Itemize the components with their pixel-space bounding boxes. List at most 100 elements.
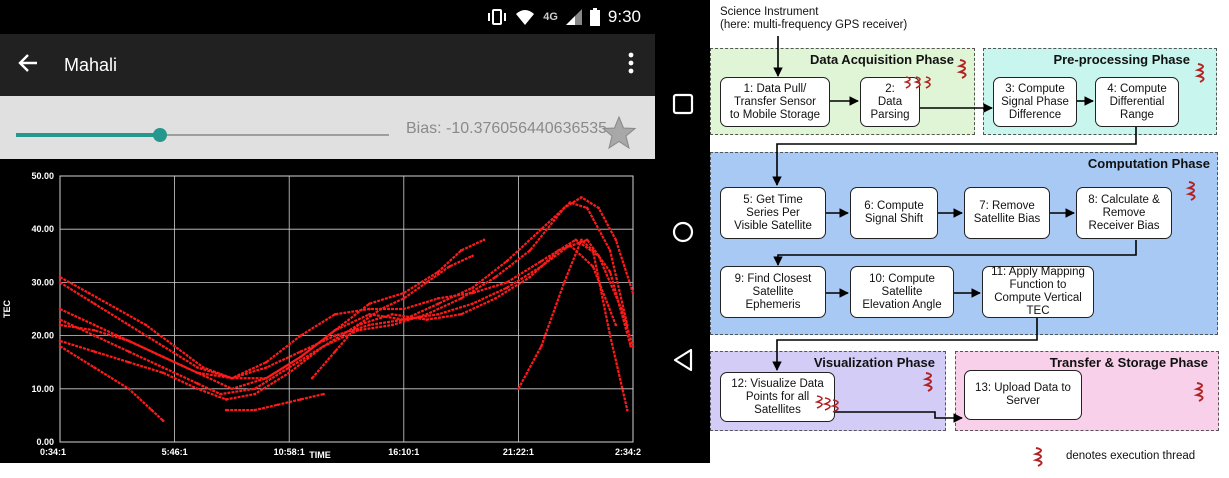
back-triangle-icon[interactable] — [665, 342, 701, 378]
tec-point — [459, 249, 463, 252]
tec-point — [629, 344, 633, 348]
tec-point — [322, 344, 325, 348]
step-5-time-series: 5: Get Time Series Per Visible Satellite — [720, 187, 826, 239]
tec-point — [333, 350, 337, 353]
step-7-line-1: 7: Remove — [979, 200, 1035, 212]
tec-point — [299, 350, 302, 353]
step-12-line-2: Points for all — [745, 390, 810, 403]
tec-point — [625, 408, 629, 412]
clock: 9:30 — [607, 7, 641, 26]
step-1-line-3: to Mobile Storage — [729, 108, 821, 121]
tec-point — [568, 201, 572, 204]
wifi-icon — [516, 10, 535, 25]
tec-point — [608, 249, 612, 252]
tec-point — [614, 323, 618, 327]
tec-point — [614, 238, 618, 242]
step-9-ephemeris: 9: Find Closest Satellite Ephemeris — [720, 266, 826, 318]
step-9-line-3: Ephemeris — [745, 298, 801, 311]
tec-point — [173, 344, 176, 348]
step-11-line-3: Compute Vertical — [994, 292, 1082, 304]
y-axis-label: TEC — [2, 299, 12, 318]
tec-point — [264, 376, 268, 380]
tec-point — [161, 366, 165, 369]
overflow-menu-icon[interactable] — [627, 51, 635, 82]
step-6-signal-shift: 6: Compute Signal Shift — [850, 187, 938, 239]
x-tick-label: 10:58:1 — [274, 447, 305, 457]
tec-point — [631, 291, 635, 295]
tec-point — [425, 318, 429, 321]
tec-point — [201, 366, 205, 369]
tec-point — [402, 318, 406, 321]
tec-point — [161, 371, 165, 375]
tec-point — [436, 313, 440, 316]
plot-area — [59, 175, 634, 443]
tec-point — [505, 259, 509, 263]
app-toolbar: Mahali — [0, 34, 655, 96]
tec-point — [196, 382, 199, 385]
tec-point — [494, 275, 497, 279]
step-3-line-3: Difference — [1008, 108, 1062, 121]
slider-thumb[interactable] — [152, 128, 167, 142]
tec-point — [58, 307, 62, 311]
tec-point — [161, 419, 165, 423]
tec-point — [471, 254, 474, 258]
tec-point — [471, 291, 474, 295]
tec-point — [528, 275, 532, 279]
tec-point — [562, 281, 566, 284]
tec-point — [58, 318, 62, 321]
tec-point — [58, 323, 62, 327]
pipeline-diagram: Science Instrument (here: multi-frequenc… — [700, 0, 1229, 478]
step-1-line-1: 1: Data Pull/ — [743, 82, 807, 95]
home-icon[interactable] — [665, 214, 701, 250]
bias-slider[interactable] — [16, 128, 389, 142]
step-11-line-4: TEC — [1026, 305, 1050, 317]
tec-point — [580, 238, 583, 242]
x-tick-label: 16:10:1 — [388, 447, 419, 457]
app-title: Mahali — [64, 55, 118, 75]
tec-point — [333, 313, 337, 316]
tec-point — [93, 334, 96, 337]
y-tick-label: 40.00 — [31, 224, 54, 234]
tec-trace-4 — [59, 244, 617, 380]
step-1-data-pull: 1: Data Pull/Transfer Sensor to Mobile St… — [720, 77, 830, 127]
back-arrow-icon[interactable] — [17, 50, 39, 80]
step-5-line-1: 5: Get Time — [743, 193, 803, 206]
step-4-line-1: 4: Compute — [1107, 82, 1167, 95]
tec-point — [58, 281, 62, 284]
tec-point — [448, 265, 451, 268]
tec-point — [494, 297, 497, 300]
tec-point — [150, 408, 153, 412]
tec-point — [87, 291, 90, 295]
tec-point — [591, 249, 595, 252]
tec-trace-1 — [59, 196, 635, 396]
tec-point — [144, 323, 148, 327]
step-12-line-3: Satellites — [754, 403, 801, 416]
tec-point — [585, 206, 589, 210]
tec-trace-8 — [226, 393, 324, 412]
tec-point — [58, 344, 62, 348]
vibrate-icon — [488, 9, 507, 25]
status-icons: 4G 9:30 — [487, 7, 641, 27]
y-tick-label: 30.00 — [31, 277, 54, 287]
tec-point — [230, 387, 234, 391]
step-9-line-1: 9: Find Closest — [734, 272, 812, 285]
tec-point — [459, 297, 463, 300]
tec-point — [631, 344, 635, 348]
step-3-line-2: Signal Phase — [1001, 95, 1069, 108]
step-11-mapping-function: 11: Apply Mapping Function to Compute Vert… — [982, 266, 1094, 318]
tec-point — [591, 265, 595, 268]
tec-point — [93, 323, 96, 327]
thread-icon-acquisition — [956, 59, 967, 79]
tec-point — [436, 302, 440, 305]
tec-point — [253, 408, 257, 412]
tec-point — [161, 355, 165, 359]
recent-apps-icon[interactable] — [665, 86, 701, 122]
step-10-line-3: Elevation Angle — [862, 298, 942, 311]
tec-point — [391, 323, 394, 327]
tec-point — [196, 387, 199, 391]
phone-screen: 4G 9:30 Mahali Bias: -10.376056440636535… — [0, 0, 710, 463]
tec-chart: 0.00 10.00 20.00 30.00 40.00 50.00 0:34:1 5:46:… — [0, 159, 655, 463]
multi-thread-icon-visualize — [815, 395, 839, 413]
tec-point — [219, 392, 222, 396]
star-icon[interactable] — [601, 115, 637, 151]
